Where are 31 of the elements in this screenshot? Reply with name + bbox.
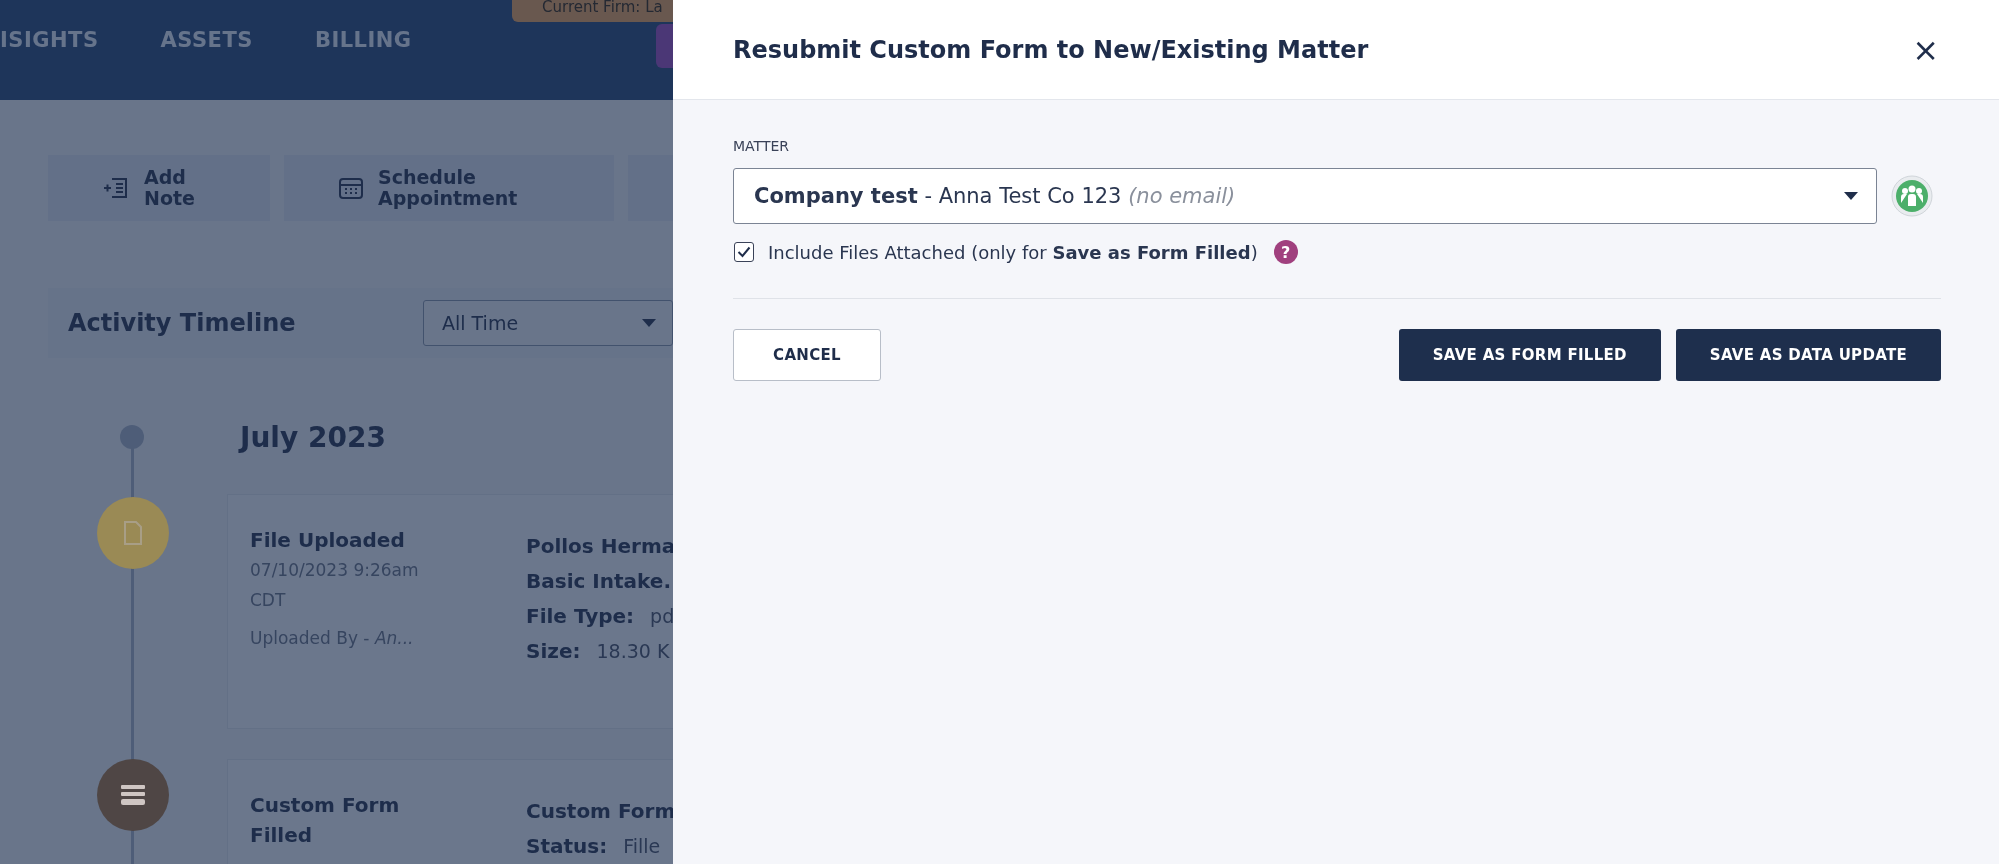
month-heading: July 2023 — [240, 420, 386, 454]
include-files-checkbox[interactable] — [734, 242, 754, 262]
detail-value: 18.30 K — [596, 639, 670, 664]
cancel-button[interactable]: CANCEL — [733, 329, 881, 381]
detail-label: Size: — [526, 638, 581, 665]
detail-text: Basic Intake. — [526, 568, 672, 595]
field-label: MATTER — [733, 138, 790, 154]
detail-label: File Type: — [526, 603, 635, 630]
event-title: Custom Form Filled — [250, 792, 401, 849]
event-title: File Uploaded — [250, 527, 406, 554]
add-note-icon — [102, 176, 130, 200]
dialog-title: Resubmit Custom Form to New/Existing Matter — [733, 35, 1369, 64]
matter-select[interactable]: Company test - Anna Test Co 123 (no email) — [733, 168, 1877, 224]
form-icon — [120, 784, 146, 806]
caret-icon — [642, 319, 656, 327]
calendar-icon — [338, 176, 364, 200]
save-button[interactable]: SAVE AS DATA UPDATE — [1675, 329, 1941, 381]
close-button[interactable]: × — [1908, 33, 1943, 66]
detail-text: Custom Form — [526, 798, 673, 825]
detail-value: pd — [650, 604, 673, 629]
file-icon — [123, 520, 143, 546]
detail-value: Fille — [623, 834, 661, 859]
detail-text: Pollos Herma — [526, 533, 673, 560]
current-firm-badge: Current Firm: La — [512, 0, 673, 22]
people-icon[interactable] — [1891, 175, 1933, 217]
timeline-title: Activity Timeline — [68, 309, 296, 337]
help-icon[interactable]: ? — [1273, 240, 1298, 264]
detail-label: Status: — [526, 833, 608, 860]
save-button[interactable]: SAVE AS FORM FILLED — [1398, 329, 1661, 381]
caret-icon — [1844, 192, 1858, 200]
checkbox-label: Include Files Attached (only for Save as Form Filled) — [768, 241, 1258, 263]
